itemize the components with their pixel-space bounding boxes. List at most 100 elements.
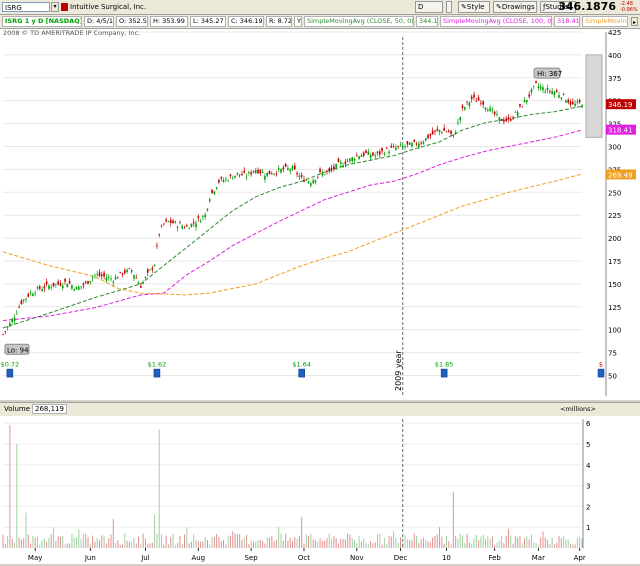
candle-body bbox=[48, 285, 50, 289]
style-label: Style bbox=[466, 3, 485, 11]
candle-body bbox=[385, 147, 388, 149]
scroll-range-handle bbox=[585, 54, 603, 138]
candle-body bbox=[415, 143, 418, 145]
candle-body bbox=[365, 150, 367, 153]
timeframe-button[interactable]: D bbox=[415, 1, 443, 13]
month-label: Jun bbox=[84, 554, 96, 562]
style-button[interactable]: ✎Style bbox=[458, 1, 490, 13]
volume-chart-panel[interactable]: 1 2 3 4 5 6 May Jun Jul Aug Sep Oct Nov Dec 10 Feb Mar Ap… bbox=[0, 416, 640, 564]
candle-body bbox=[397, 146, 399, 147]
candle-body bbox=[163, 223, 165, 225]
volume-tick-label: 2 bbox=[586, 503, 590, 511]
candle-body bbox=[542, 87, 544, 91]
dividend-marker: $ bbox=[599, 360, 603, 368]
candle-body bbox=[565, 100, 567, 103]
candle-body bbox=[319, 168, 321, 173]
candle-body bbox=[305, 180, 308, 181]
candle-body bbox=[333, 166, 335, 170]
candle-body bbox=[528, 94, 530, 97]
candle-body bbox=[344, 161, 347, 165]
candle-body bbox=[114, 276, 117, 280]
drawings-button[interactable]: ✎Drawings bbox=[493, 1, 537, 13]
candle-body bbox=[231, 178, 234, 180]
candle-body bbox=[509, 119, 512, 121]
copyright-text: 2008 © TD AMERITRADE IP Company, Inc. bbox=[3, 29, 140, 37]
candle-body bbox=[100, 274, 103, 277]
candle-body bbox=[197, 216, 200, 219]
candle-body bbox=[252, 170, 255, 172]
candle-body bbox=[551, 91, 553, 94]
candle-body bbox=[312, 180, 314, 184]
candle-body bbox=[71, 285, 73, 289]
candle-body bbox=[78, 286, 80, 290]
candle-body bbox=[190, 223, 193, 227]
dividend-label: $0.72 bbox=[1, 360, 20, 368]
volume-chart[interactable]: 1 2 3 4 5 6 May Jun Jul Aug Sep Oct Nov Dec 10 Feb Mar Ap… bbox=[0, 416, 640, 564]
candle-body bbox=[117, 277, 119, 279]
candle-body bbox=[523, 100, 526, 103]
volume-units: <millions> bbox=[560, 405, 596, 413]
candle-body bbox=[342, 165, 344, 168]
candle-body bbox=[22, 299, 25, 301]
open-value: O: 352.5 bbox=[116, 16, 148, 27]
candle-body bbox=[140, 286, 142, 288]
candle-body bbox=[360, 155, 363, 157]
candle-body bbox=[521, 106, 524, 108]
month-label: Mar bbox=[532, 554, 545, 562]
candle-body bbox=[434, 130, 436, 132]
candle-body bbox=[303, 179, 305, 182]
candle-body bbox=[323, 174, 326, 176]
y-tick-label: 200 bbox=[608, 235, 621, 243]
sma50-value: 344.1 bbox=[416, 16, 438, 27]
candle-body bbox=[358, 156, 360, 160]
candle-body bbox=[569, 101, 572, 105]
candle-body bbox=[431, 130, 434, 135]
candle-body bbox=[539, 86, 542, 89]
candle-body bbox=[284, 163, 287, 167]
toolbar: ISRG ▾ Intuitive Surgical, Inc. D ✎Style… bbox=[0, 0, 640, 15]
candle-body bbox=[395, 147, 397, 150]
candle-body bbox=[68, 281, 71, 284]
candle-body bbox=[195, 223, 197, 228]
candle-body bbox=[388, 151, 390, 154]
chart-header[interactable]: ISRG 1 y D [NASDAQ] bbox=[2, 16, 82, 27]
candle-body bbox=[486, 110, 489, 112]
candle-body bbox=[248, 172, 250, 173]
volume-tick-label: 1 bbox=[586, 524, 590, 532]
chevron-down-icon[interactable]: ▾ bbox=[51, 2, 59, 12]
chevron-right-icon[interactable]: ▸ bbox=[631, 17, 638, 26]
candle-body bbox=[464, 107, 466, 110]
candle-body bbox=[222, 180, 225, 182]
sma50-label[interactable]: SimpleMovingAvg (CLOSE, 50, 0) bbox=[304, 16, 414, 27]
dividend-label: $1.62 bbox=[148, 360, 167, 368]
candle-body bbox=[29, 292, 32, 294]
candle-body bbox=[482, 101, 485, 105]
dividend-label: $1.64 bbox=[292, 360, 311, 368]
candle-body bbox=[353, 159, 356, 161]
candle-body bbox=[119, 271, 121, 273]
candle-body bbox=[291, 166, 294, 170]
y-tick-label: 175 bbox=[608, 258, 621, 266]
candle-body bbox=[27, 293, 30, 297]
sma200-label[interactable]: SimpleMoving... bbox=[582, 16, 628, 27]
price-chart[interactable]: 5075100125150175200225250275300325350375… bbox=[0, 29, 640, 400]
symbol-color-swatch[interactable] bbox=[61, 3, 68, 11]
candle-body bbox=[103, 272, 105, 277]
price-tag-label: 318.41 bbox=[608, 127, 633, 135]
candle-body bbox=[356, 155, 358, 157]
candle-body bbox=[379, 151, 381, 155]
candle-body bbox=[266, 172, 269, 177]
candle-body bbox=[13, 317, 16, 322]
sma100-label[interactable]: SimpleMovingAvg (CLOSE, 100, 0) bbox=[440, 16, 552, 27]
candle-body bbox=[18, 306, 20, 308]
candle-body bbox=[468, 102, 471, 106]
volume-tick-label: 5 bbox=[586, 441, 590, 449]
candle-body bbox=[160, 225, 163, 227]
dividend-icon bbox=[6, 368, 14, 378]
candle-body bbox=[401, 145, 404, 148]
price-chart-panel[interactable]: 5075100125150175200225250275300325350375… bbox=[0, 29, 640, 400]
chevron-down-icon[interactable] bbox=[446, 1, 452, 13]
symbol-input[interactable]: ISRG bbox=[2, 2, 50, 12]
candle-body bbox=[581, 104, 583, 108]
candle-body bbox=[243, 170, 246, 173]
